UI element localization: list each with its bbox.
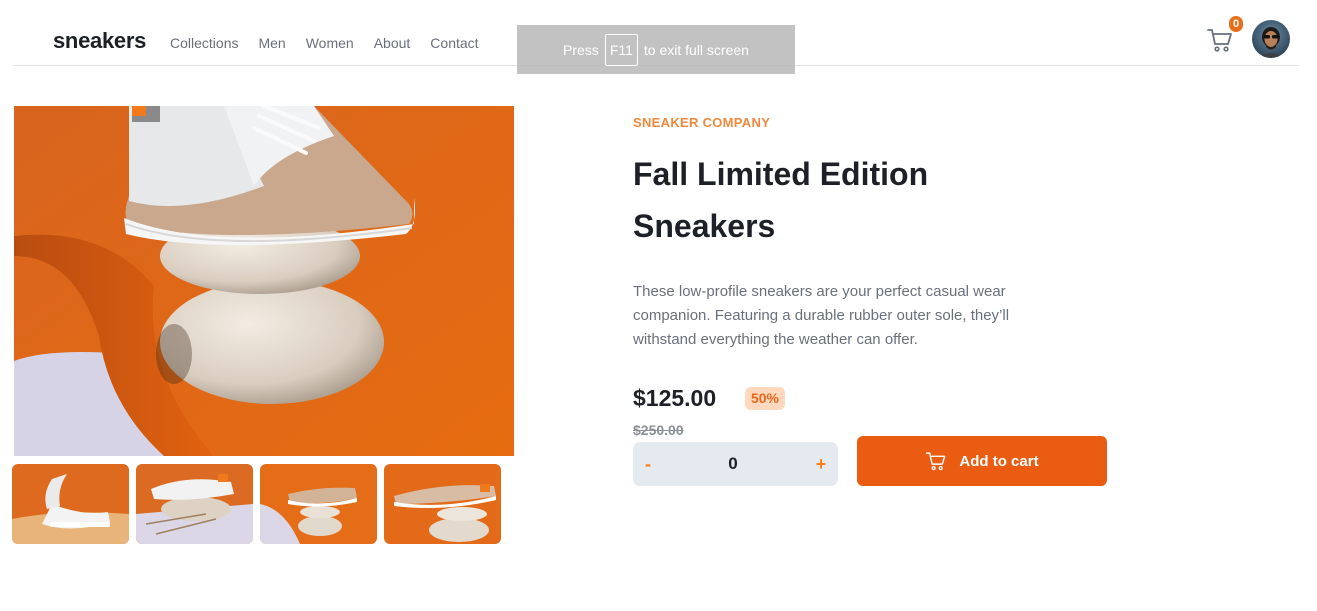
thumbnail-1[interactable] [12,464,129,544]
nav-link-collections[interactable]: Collections [170,35,238,51]
quantity-value: 0 [728,454,738,473]
discount-badge: 50% [745,387,785,410]
original-price: $250.00 [633,422,684,438]
cart-icon [926,452,946,471]
thumbnail-1-image [12,464,129,544]
cart-count-badge: 0 [1229,16,1243,32]
cart-icon [1207,29,1232,52]
fullscreen-exit-notice: Press F11 to exit full screen [517,25,795,74]
thumbnail-3-image [260,464,377,544]
main-nav: Collections Men Women About Contact [170,35,499,51]
product-title: Fall Limited Edition Sneakers [633,148,1033,252]
company-name: SNEAKER COMPANY [633,115,771,130]
decrease-quantity-button[interactable]: - [633,442,663,486]
thumbnail-2-image [136,464,253,544]
nav-link-about[interactable]: About [374,35,411,51]
avatar-image [1252,20,1290,58]
fullscreen-notice-key: F11 [604,33,638,66]
fullscreen-notice-prefix: Press [563,41,599,58]
product-title-line-1: Fall Limited Edition [633,156,929,192]
cart-button[interactable] [1206,26,1234,54]
nav-link-contact[interactable]: Contact [430,35,478,51]
thumbnail-3[interactable] [260,464,377,544]
quantity-stepper: - 0 + [633,442,838,486]
nav-link-women[interactable]: Women [306,35,354,51]
add-to-cart-button[interactable]: Add to cart [857,436,1107,486]
add-to-cart-label: Add to cart [959,452,1039,470]
thumbnail-4[interactable] [384,464,501,544]
product-title-line-2: Sneakers [633,208,776,244]
site-logo[interactable]: sneakers [53,28,146,54]
current-price: $125.00 [633,385,717,411]
increase-quantity-button[interactable]: + [806,442,836,486]
fullscreen-notice-suffix: to exit full screen [643,41,749,58]
avatar[interactable] [1252,20,1290,58]
main-product-image[interactable] [14,106,514,456]
nav-link-men[interactable]: Men [258,35,285,51]
thumbnail-2[interactable] [136,464,253,544]
thumbnail-4-image [384,464,501,544]
sneaker-on-stones-photo [14,106,514,456]
product-description: These low-profile sneakers are your perf… [633,283,1010,348]
